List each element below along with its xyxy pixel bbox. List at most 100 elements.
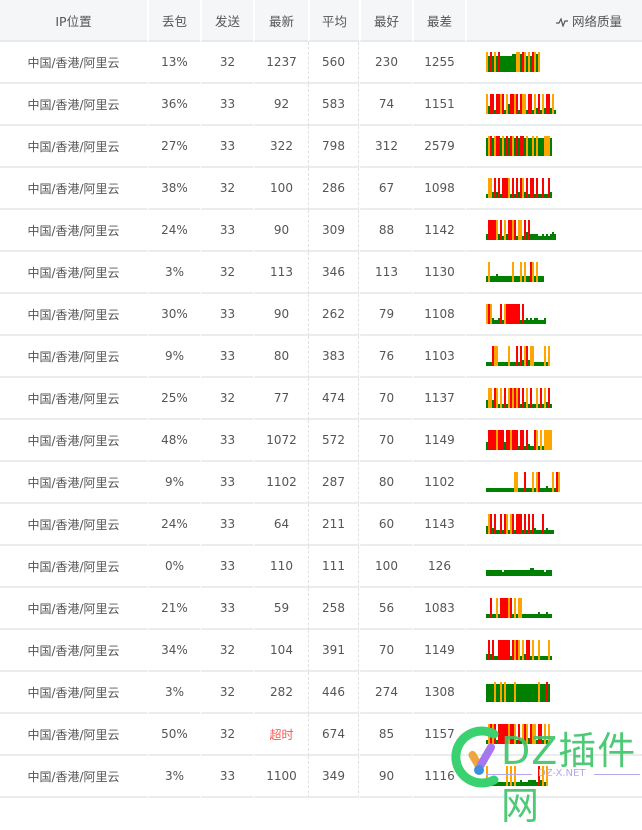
quality-sparkline: [486, 220, 556, 240]
sparkline-bar: [548, 346, 550, 366]
worst-cell: 1103: [412, 336, 465, 378]
worst-cell: 2579: [412, 126, 465, 168]
worst-cell: 126: [412, 546, 465, 588]
sparkline-bar: [550, 570, 552, 576]
latest-cell: 77: [253, 378, 308, 420]
quality-sparkline: [486, 598, 552, 618]
sparkline-bar: [550, 192, 552, 198]
worst-cell: 1255: [412, 42, 465, 84]
quality-sparkline: [486, 472, 560, 492]
worst-cell: 1142: [412, 210, 465, 252]
ip-location-cell: 中国/香港/阿里云: [0, 672, 147, 714]
sent-cell: 33: [200, 504, 253, 546]
table-row: 中国/香港/阿里云 24% 33 90 309 88 1142: [0, 210, 642, 252]
best-cell: 74: [359, 84, 412, 126]
average-cell: 346: [308, 252, 359, 294]
sent-cell: 33: [200, 84, 253, 126]
quality-sparkline: [486, 52, 540, 72]
quality-sparkline-cell[interactable]: [465, 210, 642, 252]
best-cell: 70: [359, 420, 412, 462]
best-cell: 90: [359, 756, 412, 798]
header-sent[interactable]: 发送: [200, 0, 253, 42]
loss-cell: 38%: [147, 168, 200, 210]
quality-sparkline-cell[interactable]: [465, 294, 642, 336]
header-quality[interactable]: 网络质量: [465, 0, 642, 42]
quality-sparkline-cell[interactable]: [465, 252, 642, 294]
worst-cell: 1149: [412, 420, 465, 462]
quality-sparkline-cell[interactable]: [465, 126, 642, 168]
average-cell: 349: [308, 756, 359, 798]
quality-sparkline-cell[interactable]: [465, 462, 642, 504]
quality-sparkline-cell[interactable]: [465, 504, 642, 546]
sparkline-bar: [544, 318, 546, 324]
header-loss[interactable]: 丢包: [147, 0, 200, 42]
sent-cell: 32: [200, 672, 253, 714]
sparkline-bar: [550, 138, 552, 156]
sparkline-bar: [550, 614, 552, 618]
quality-sparkline-cell[interactable]: [465, 672, 642, 714]
average-cell: 674: [308, 714, 359, 756]
latest-cell: 1100: [253, 756, 308, 798]
quality-sparkline-cell[interactable]: [465, 84, 642, 126]
quality-sparkline: [486, 640, 552, 660]
quality-sparkline-cell[interactable]: [465, 546, 642, 588]
average-cell: 111: [308, 546, 359, 588]
loss-cell: 30%: [147, 294, 200, 336]
sparkline-bar: [554, 110, 556, 114]
quality-sparkline: [486, 178, 552, 198]
ip-location-cell: 中国/香港/阿里云: [0, 378, 147, 420]
loss-cell: 50%: [147, 714, 200, 756]
ip-location-cell: 中国/香港/阿里云: [0, 294, 147, 336]
ip-location-cell: 中国/香港/阿里云: [0, 210, 147, 252]
average-cell: 211: [308, 504, 359, 546]
average-cell: 383: [308, 336, 359, 378]
quality-sparkline: [486, 430, 552, 450]
best-cell: 67: [359, 168, 412, 210]
table-row: 中国/香港/阿里云 30% 33 90 262 79 1108: [0, 294, 642, 336]
best-cell: 85: [359, 714, 412, 756]
quality-sparkline: [486, 514, 554, 534]
quality-sparkline-cell[interactable]: [465, 420, 642, 462]
quality-sparkline-cell[interactable]: [465, 588, 642, 630]
latest-cell: 100: [253, 168, 308, 210]
sent-cell: 33: [200, 588, 253, 630]
worst-cell: 1149: [412, 630, 465, 672]
best-cell: 274: [359, 672, 412, 714]
quality-sparkline: [486, 388, 552, 408]
header-ip-location[interactable]: IP位置: [0, 0, 147, 42]
latest-cell: 90: [253, 210, 308, 252]
header-worst[interactable]: 最差: [412, 0, 465, 42]
latest-cell: 1072: [253, 420, 308, 462]
sparkline-bar: [548, 724, 550, 744]
average-cell: 391: [308, 630, 359, 672]
loss-cell: 24%: [147, 504, 200, 546]
quality-sparkline-cell[interactable]: [465, 630, 642, 672]
worst-cell: 1102: [412, 462, 465, 504]
quality-sparkline-cell[interactable]: [465, 756, 642, 798]
loss-cell: 34%: [147, 630, 200, 672]
sparkline-bar: [546, 766, 548, 786]
table-row: 中国/香港/阿里云 3% 33 1100 349 90 1116: [0, 756, 642, 798]
header-best[interactable]: 最好: [359, 0, 412, 42]
quality-sparkline-cell[interactable]: [465, 336, 642, 378]
quality-sparkline: [486, 724, 550, 744]
ip-location-cell: 中国/香港/阿里云: [0, 504, 147, 546]
table-row: 中国/香港/阿里云 21% 33 59 258 56 1083: [0, 588, 642, 630]
ip-location-cell: 中国/香港/阿里云: [0, 126, 147, 168]
header-average[interactable]: 平均: [308, 0, 359, 42]
loss-cell: 27%: [147, 126, 200, 168]
loss-cell: 9%: [147, 462, 200, 504]
quality-sparkline-cell[interactable]: [465, 168, 642, 210]
table-row: 中国/香港/阿里云 34% 32 104 391 70 1149: [0, 630, 642, 672]
worst-cell: 1137: [412, 378, 465, 420]
quality-sparkline-cell[interactable]: [465, 42, 642, 84]
latest-cell: 64: [253, 504, 308, 546]
best-cell: 70: [359, 378, 412, 420]
quality-sparkline-cell[interactable]: [465, 714, 642, 756]
header-latest[interactable]: 最新: [253, 0, 308, 42]
latest-cell: 113: [253, 252, 308, 294]
sparkline-bar: [542, 276, 544, 282]
loss-cell: 0%: [147, 546, 200, 588]
loss-cell: 21%: [147, 588, 200, 630]
quality-sparkline-cell[interactable]: [465, 378, 642, 420]
